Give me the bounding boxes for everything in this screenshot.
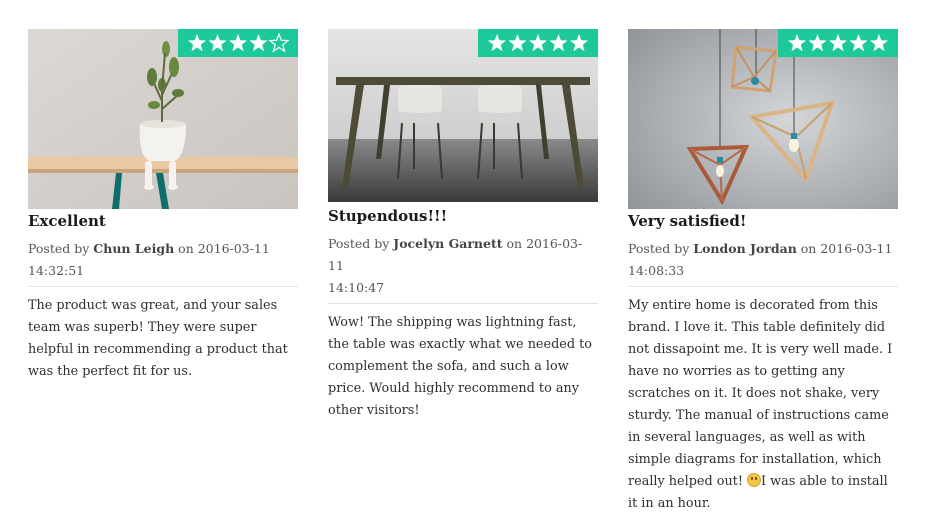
star-rating-icon — [787, 34, 889, 52]
star-filled-icon — [508, 34, 527, 52]
posted-by-label: Posted by — [328, 236, 390, 251]
on-label: on — [800, 241, 817, 256]
on-label: on — [178, 241, 194, 256]
review-time: 14:32:51 — [28, 263, 85, 278]
review-body: Wow! The shipping was lightning fast, th… — [328, 315, 592, 418]
rating-badge — [778, 29, 898, 57]
star-filled-icon — [549, 34, 568, 52]
rating-badge — [178, 29, 298, 57]
star-filled-icon — [228, 34, 248, 52]
star-filled-icon — [828, 34, 848, 52]
star-rating-icon — [187, 33, 289, 53]
review-author: Chun Leigh — [93, 241, 175, 256]
review-body: The product was great, and your sales te… — [28, 298, 288, 379]
review-body: My entire home is decorated from this br… — [628, 295, 898, 515]
review-title: Excellent — [28, 212, 106, 230]
review-date: 2016-03-11 — [197, 241, 270, 256]
star-filled-icon — [249, 34, 268, 52]
star-filled-icon — [787, 34, 807, 52]
star-filled-icon — [487, 34, 507, 52]
review-author: Jocelyn Garnett — [393, 236, 503, 251]
star-filled-icon — [187, 34, 207, 52]
posted-by-label: Posted by — [28, 241, 90, 256]
review-body-part: My entire home is decorated from this br… — [628, 298, 893, 489]
star-filled-icon — [869, 34, 889, 52]
review-photo — [628, 29, 898, 209]
review-date: 2016-03-11 — [820, 241, 893, 256]
review-time: 14:10:47 — [328, 280, 385, 295]
posted-by-label: Posted by — [628, 241, 690, 256]
review-card: Excellent Posted by Chun Leigh on 2016-0… — [28, 29, 298, 383]
star-filled-icon — [808, 34, 827, 52]
review-photo — [328, 29, 598, 202]
review-meta: Posted by Jocelyn Garnett on 2016-03-11 … — [328, 233, 598, 304]
review-card: Stupendous!!! Posted by Jocelyn Garnett … — [328, 29, 598, 422]
star-filled-icon — [208, 34, 227, 52]
smiling-face-emoji-icon — [747, 473, 762, 487]
star-empty-icon — [268, 33, 289, 53]
review-time: 14:08:33 — [628, 263, 685, 278]
review-photo — [28, 29, 298, 209]
star-filled-icon — [528, 34, 548, 52]
review-author: London Jordan — [693, 241, 797, 256]
rating-badge — [478, 29, 598, 57]
review-meta: Posted by London Jordan on 2016-03-11 14… — [628, 238, 898, 287]
review-title: Stupendous!!! — [328, 207, 448, 225]
on-label: on — [506, 236, 523, 251]
review-meta: Posted by Chun Leigh on 2016-03-11 14:32… — [28, 238, 298, 287]
review-card: Very satisfied! Posted by London Jordan … — [628, 29, 898, 515]
review-title: Very satisfied! — [628, 212, 747, 230]
star-filled-icon — [569, 34, 589, 52]
star-rating-icon — [487, 34, 589, 52]
star-filled-icon — [849, 34, 868, 52]
